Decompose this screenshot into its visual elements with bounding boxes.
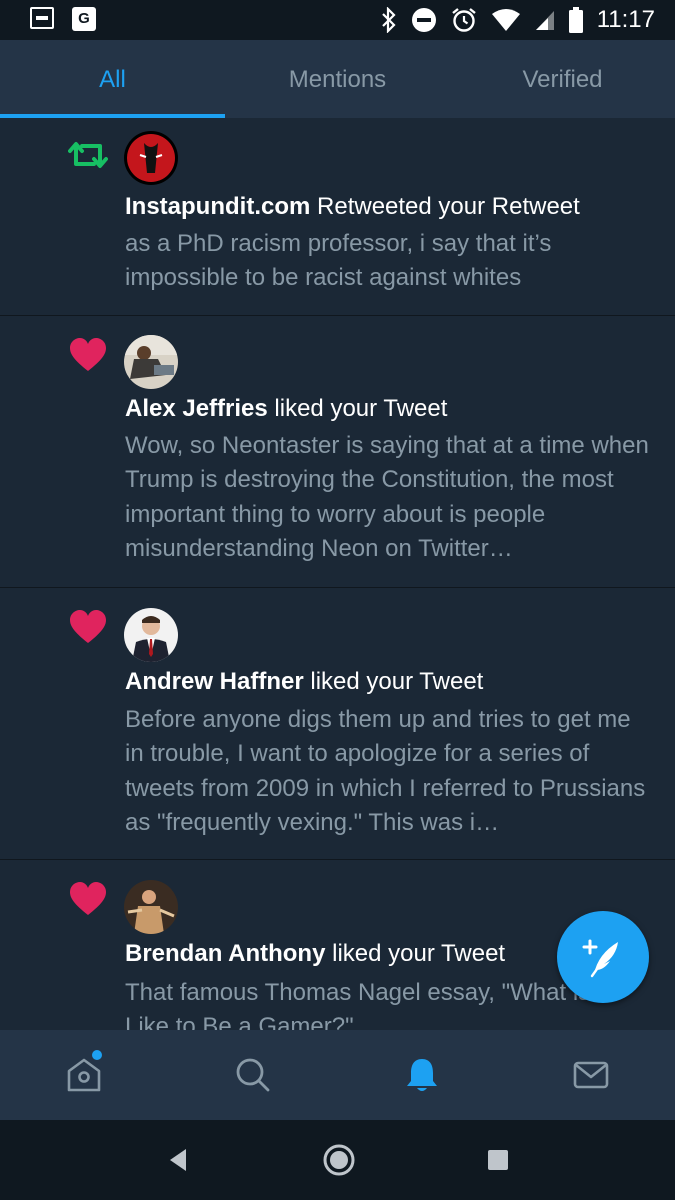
search-icon — [236, 1058, 270, 1092]
system-navigation-bar — [0, 1120, 675, 1200]
home-icon — [68, 1058, 101, 1092]
compose-tweet-button[interactable] — [557, 911, 649, 1003]
cell-signal-icon — [535, 11, 554, 30]
notification-headline: Andrew Haffner liked your Tweet — [125, 668, 483, 696]
notification-action: Retweeted your Retweet — [317, 193, 580, 220]
nav-home[interactable] — [0, 1030, 169, 1120]
notification-item[interactable]: Alex Jeffries liked your Tweet Wow, so N… — [0, 316, 675, 588]
wifi-icon — [491, 9, 520, 31]
user-name[interactable]: Andrew Haffner — [125, 668, 304, 695]
notification-headline: Alex Jeffries liked your Tweet — [125, 395, 447, 423]
battery-icon — [568, 7, 583, 33]
alarm-icon — [451, 8, 476, 32]
nav-notifications[interactable] — [338, 1030, 507, 1120]
avatar[interactable] — [124, 880, 178, 934]
heart-icon — [70, 338, 106, 371]
status-time: 11:17 — [596, 6, 655, 33]
screen-recorder-icon — [30, 7, 54, 29]
bluetooth-icon — [381, 7, 396, 33]
notifications-bell-icon — [406, 1059, 437, 1091]
notifications-feed[interactable]: Instapundit.com Retweeted your Retweet a… — [0, 118, 675, 1030]
notification-tabs: All Mentions Verified — [0, 40, 675, 119]
recents-icon[interactable] — [485, 1147, 511, 1173]
notification-action: liked your Tweet — [274, 395, 448, 422]
tab-all[interactable]: All — [0, 40, 225, 118]
tab-verified[interactable]: Verified — [450, 40, 675, 118]
tweet-text: as a PhD racism professor, i say that it… — [125, 230, 552, 292]
retweet-icon — [68, 142, 108, 168]
notification-item[interactable]: Andrew Haffner liked your Tweet Before a… — [0, 588, 675, 860]
tweet-text: Before anyone digs them up and tries to … — [125, 706, 646, 836]
notification-action: liked your Tweet — [332, 940, 506, 967]
google-maps-icon: G — [72, 7, 96, 31]
tweet-text: Wow, so Neontaster is saying that at a t… — [125, 432, 649, 562]
notification-action: liked your Tweet — [310, 668, 484, 695]
new-content-dot — [92, 1050, 102, 1060]
notification-item[interactable]: Instapundit.com Retweeted your Retweet a… — [0, 118, 675, 316]
back-icon[interactable] — [164, 1145, 194, 1175]
user-name[interactable]: Brendan Anthony — [125, 940, 325, 967]
status-bar: G 11:17 — [0, 0, 675, 40]
nav-messages[interactable] — [506, 1030, 675, 1120]
tab-mentions[interactable]: Mentions — [225, 40, 450, 118]
heart-icon — [70, 882, 106, 915]
nav-search[interactable] — [169, 1030, 338, 1120]
avatar[interactable] — [124, 335, 178, 389]
avatar[interactable] — [124, 608, 178, 662]
avatar[interactable] — [124, 131, 178, 185]
bottom-navigation — [0, 1030, 675, 1120]
do-not-disturb-icon — [411, 8, 436, 32]
notification-headline: Brendan Anthony liked your Tweet — [125, 940, 505, 968]
user-name[interactable]: Alex Jeffries — [125, 395, 268, 422]
user-name[interactable]: Instapundit.com — [125, 193, 310, 220]
compose-tweet-icon — [582, 939, 618, 978]
notification-headline: Instapundit.com Retweeted your Retweet — [125, 193, 580, 221]
messages-envelope-icon — [573, 1061, 608, 1089]
home-circle-icon[interactable] — [322, 1143, 356, 1177]
heart-icon — [70, 610, 106, 643]
